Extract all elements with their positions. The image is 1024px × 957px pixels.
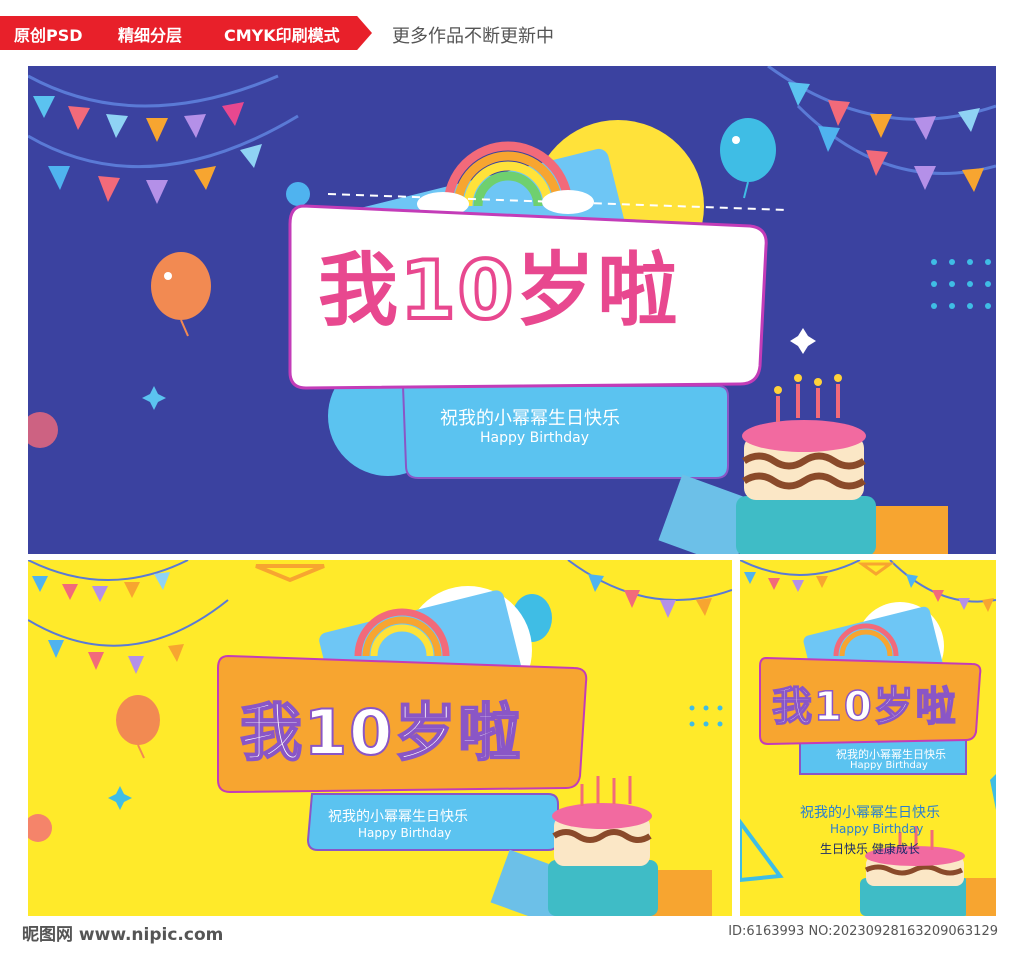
title-prefix: 我: [318, 244, 400, 337]
banner-yellow-square-art: [740, 560, 996, 916]
header-bar: 原创PSD 精细分层 CMYK印刷模式 更多作品不断更新中: [0, 0, 1024, 62]
tag-original-psd: 原创PSD: [14, 26, 83, 45]
bunting-right-icon: [588, 574, 712, 618]
banner-title: 我10岁啦: [771, 674, 958, 732]
balloon-blue-icon: [720, 118, 776, 199]
title-number: 10: [303, 695, 395, 770]
bunting-right-icon: [788, 82, 980, 140]
banner-subtitle: 祝我的小幂幂生日快乐: [328, 809, 468, 825]
title-prefix: 我: [771, 683, 814, 731]
square-subtitle: 祝我的小幂幂生日快乐: [800, 805, 940, 821]
title-suffix: 岁啦: [515, 244, 680, 337]
banner-title: 我10岁啦: [239, 682, 523, 772]
title-number: 10: [398, 242, 516, 339]
banner-yellow-wide: 我10岁啦 祝我的小幂幂生日快乐 Happy Birthday: [28, 560, 732, 916]
square-english: Happy Birthday: [830, 822, 924, 836]
tag-cmyk: CMYK印刷模式: [224, 26, 340, 45]
banner-yellow-square: 我10岁啦 祝我的小幂幂生日快乐 Happy Birthday 祝我的小幂幂生日…: [740, 560, 996, 916]
square-wish: 生日快乐 健康成长: [820, 842, 920, 856]
feature-tag-banner: 原创PSD 精细分层 CMYK印刷模式: [0, 16, 372, 50]
tag-layered: 精细分层: [118, 26, 183, 45]
bunting-right-icon: [906, 574, 994, 612]
bunting-left-icon: [32, 572, 170, 602]
title-number: 10: [813, 683, 874, 731]
sparkle-icon: [790, 328, 816, 354]
dot-grid-icon: [931, 259, 991, 309]
banner-subtitle: 祝我的小幂幂生日快乐: [440, 408, 620, 429]
title-prefix: 我: [239, 695, 305, 770]
banner-english: Happy Birthday: [480, 430, 589, 446]
site-watermark: 昵图网 www.nipic.com: [22, 925, 224, 945]
title-suffix: 岁啦: [393, 695, 523, 770]
dot-grid-icon: [689, 705, 723, 727]
banner-title: 我10岁啦: [318, 226, 679, 342]
banner-english: Happy Birthday: [358, 826, 452, 840]
balloon-orange-icon: [151, 252, 211, 337]
banner-navy: 我10岁啦 祝我的小幂幂生日快乐 Happy Birthday: [28, 66, 996, 554]
image-id: ID:6163993 NO:20230928163209063129: [728, 924, 998, 939]
title-suffix: 岁啦: [873, 683, 958, 731]
balloon-orange-icon: [116, 695, 160, 759]
bunting-left-icon: [33, 96, 244, 142]
square-card-english: Happy Birthday: [850, 760, 928, 771]
more-works-text: 更多作品不断更新中: [392, 26, 554, 47]
